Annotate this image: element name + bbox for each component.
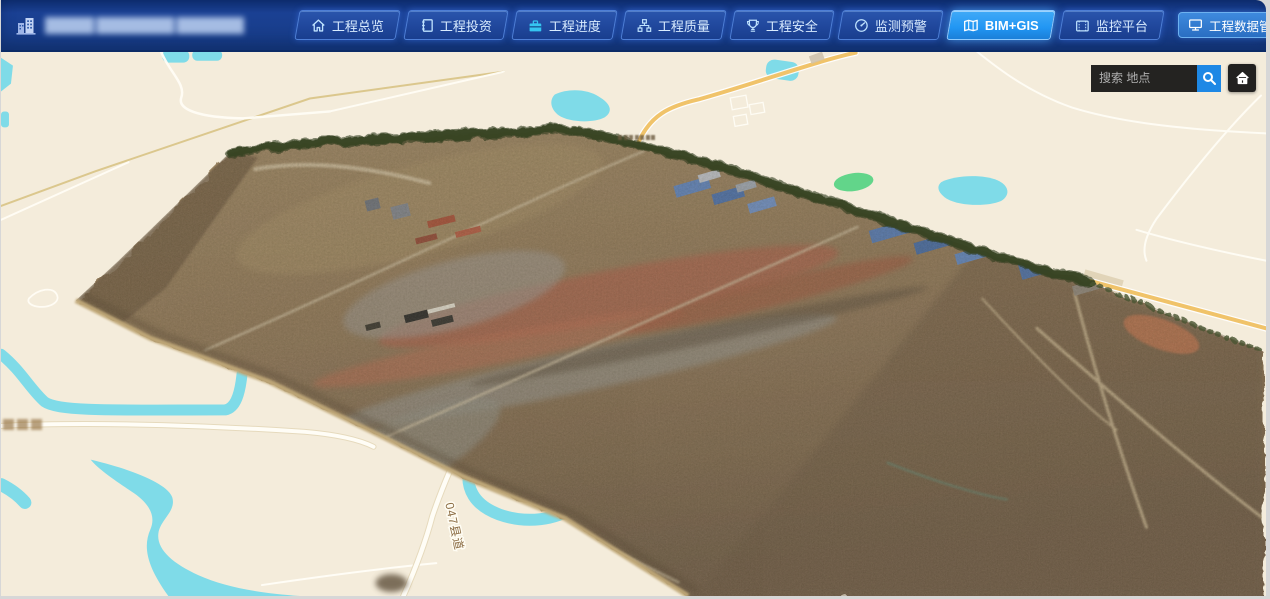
sitemap-icon bbox=[637, 18, 652, 33]
place-label-illegible bbox=[618, 135, 655, 140]
tab-project-safety[interactable]: 工程安全 bbox=[729, 10, 834, 40]
home-icon bbox=[1235, 71, 1250, 85]
app-logo-icon bbox=[15, 15, 37, 35]
search-icon bbox=[1202, 71, 1216, 85]
ledger-icon bbox=[420, 18, 434, 33]
tab-video-platform[interactable]: 监控平台 bbox=[1058, 10, 1164, 40]
app-logo: █████ ████████ ███████ bbox=[15, 15, 297, 35]
screenshot-frame: 047县道 bbox=[0, 0, 1270, 599]
tab-project-progress[interactable]: 工程进度 bbox=[511, 10, 617, 40]
search-input[interactable] bbox=[1091, 65, 1197, 92]
film-icon bbox=[1075, 18, 1090, 32]
map-home-button[interactable] bbox=[1228, 64, 1256, 92]
briefcase-icon bbox=[528, 18, 543, 32]
tab-project-data-management[interactable]: 工程数据管理 bbox=[1178, 12, 1266, 38]
road-label-illegible bbox=[3, 419, 42, 430]
map-icon bbox=[963, 18, 979, 33]
map-canvas[interactable]: 047县道 bbox=[1, 0, 1266, 596]
home-icon bbox=[311, 18, 326, 33]
trophy-icon bbox=[746, 18, 760, 33]
map-search-bar bbox=[1091, 64, 1256, 92]
main-nav-tabs: 工程总览 工程投资 工程进度 bbox=[297, 10, 1266, 40]
top-navigation-bar: █████ ████████ ███████ 工程总览 工程投资 bbox=[1, 0, 1266, 52]
tab-project-overview[interactable]: 工程总览 bbox=[294, 10, 400, 40]
tab-project-quality[interactable]: 工程质量 bbox=[620, 10, 726, 40]
gauge-icon bbox=[854, 18, 869, 33]
tab-monitoring-alerts[interactable]: 监测预警 bbox=[837, 10, 943, 40]
monitor-icon bbox=[1188, 18, 1203, 32]
tab-project-investment[interactable]: 工程投资 bbox=[403, 10, 508, 40]
search-button[interactable] bbox=[1197, 65, 1221, 92]
app-title-blurred: █████ ████████ ███████ bbox=[45, 17, 244, 34]
tab-bim-gis[interactable]: BIM+GIS bbox=[946, 10, 1055, 40]
app-window: 047县道 bbox=[1, 0, 1266, 596]
